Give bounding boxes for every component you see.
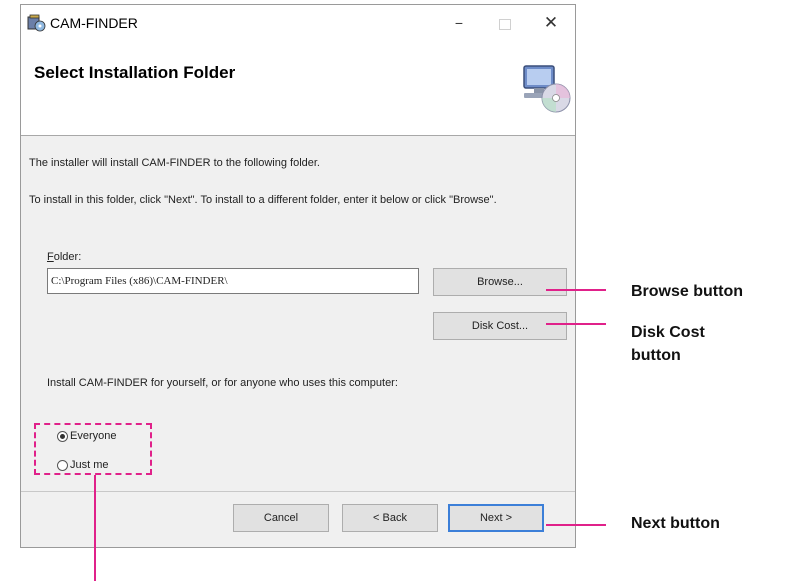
folder-label: Folder: bbox=[47, 251, 81, 263]
footer-divider bbox=[21, 491, 575, 492]
folder-path-input[interactable] bbox=[47, 268, 419, 294]
install-scope-text: Install CAM-FINDER for yourself, or for … bbox=[47, 377, 398, 389]
maximize-button[interactable] bbox=[493, 11, 517, 35]
cancel-button[interactable]: Cancel bbox=[233, 504, 329, 532]
disk-cost-callout-line bbox=[546, 323, 606, 325]
title-bar: CAM-FINDER − ✕ bbox=[21, 5, 575, 43]
folder-label-rest: older: bbox=[53, 251, 82, 263]
next-button[interactable]: Next > bbox=[448, 504, 544, 532]
back-button[interactable]: < Back bbox=[342, 504, 438, 532]
intro-text: The installer will install CAM-FINDER to… bbox=[29, 157, 320, 169]
next-callout-line bbox=[546, 524, 606, 526]
disk-cost-button[interactable]: Disk Cost... bbox=[433, 312, 567, 340]
disk-cost-callout-label-line2: button bbox=[631, 347, 681, 364]
browse-callout-line bbox=[546, 289, 606, 291]
installer-app-icon bbox=[27, 14, 46, 32]
dialog-header: Select Installation Folder bbox=[21, 43, 575, 136]
disk-cost-callout-label: Disk Cost bbox=[631, 324, 705, 341]
radio-callout-line bbox=[94, 475, 96, 581]
folder-label-accesskey: F bbox=[47, 251, 54, 263]
radio-highlight-box bbox=[34, 423, 152, 475]
close-button[interactable]: ✕ bbox=[539, 11, 563, 35]
browse-callout-label: Browse button bbox=[631, 283, 743, 300]
next-callout-label: Next button bbox=[631, 515, 720, 532]
browse-button[interactable]: Browse... bbox=[433, 268, 567, 296]
window-title: CAM-FINDER bbox=[50, 15, 138, 31]
computer-cd-icon bbox=[523, 65, 571, 113]
minimize-button[interactable]: − bbox=[447, 11, 471, 35]
instructions-text: To install in this folder, click "Next".… bbox=[29, 194, 497, 206]
maximize-icon bbox=[499, 18, 511, 30]
page-title: Select Installation Folder bbox=[34, 63, 236, 82]
